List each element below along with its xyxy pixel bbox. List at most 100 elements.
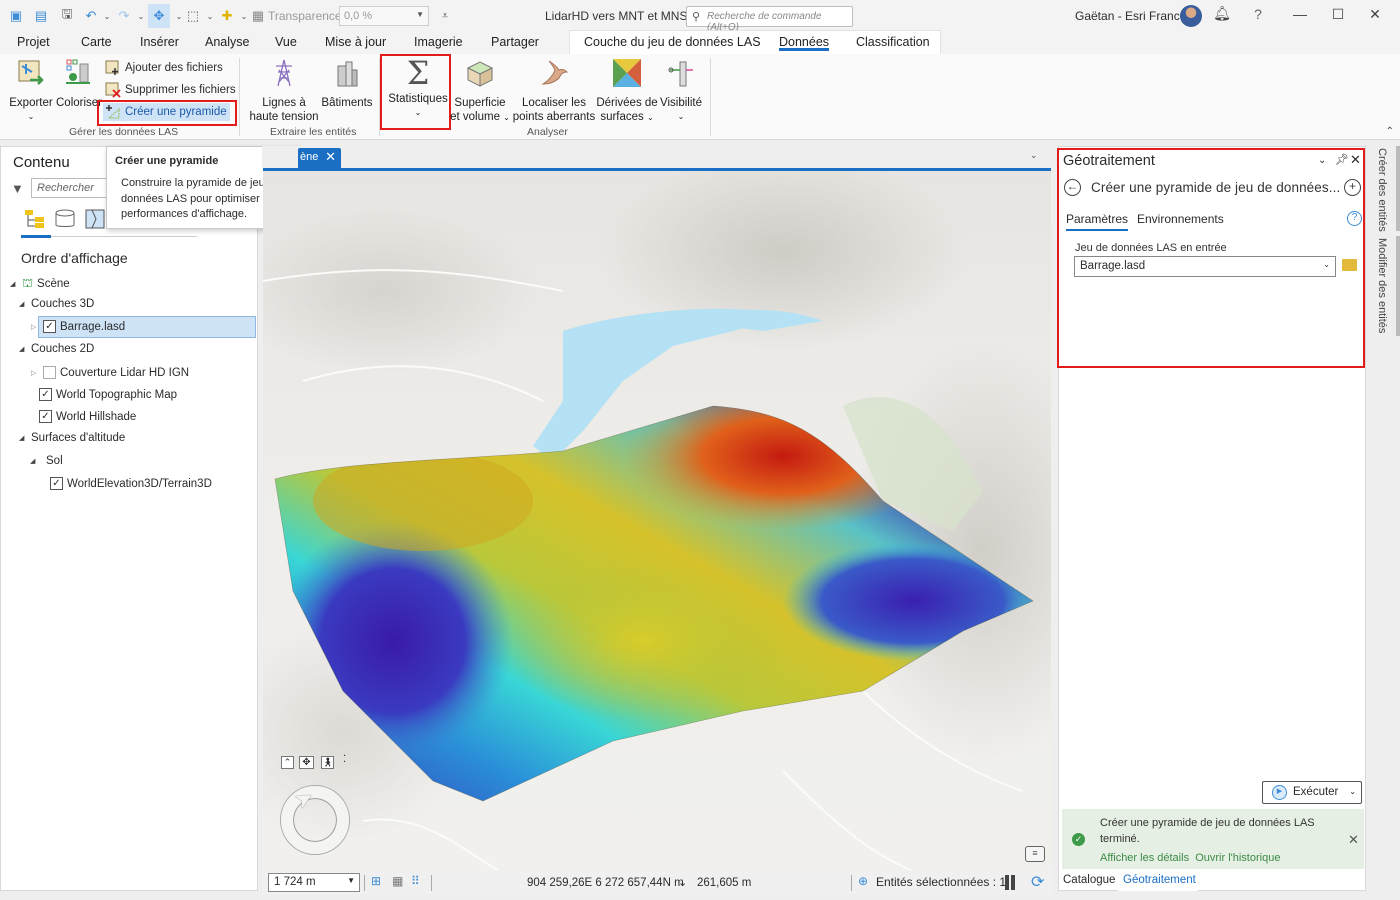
tilt-up-button[interactable]: ⌃	[281, 756, 294, 769]
expand-triangle-icon[interactable]: ◢	[19, 345, 27, 353]
refresh-icon[interactable]: ⟳	[1031, 872, 1044, 892]
lidar-cover-checkbox[interactable]	[43, 366, 56, 379]
group-separator	[710, 58, 711, 136]
topo-checkbox[interactable]: ✓	[39, 388, 52, 401]
tab-create-features[interactable]: Créer des entités	[1376, 148, 1388, 232]
dismiss-message-icon[interactable]: ✕	[1348, 832, 1359, 848]
tab-scene[interactable]: ène ✕	[298, 148, 341, 168]
export-button[interactable]: Exporter ⌄	[8, 58, 54, 124]
tree-item-hillshade[interactable]: ✓ World Hillshade	[39, 410, 136, 423]
redo-icon[interactable]: ↷	[115, 7, 133, 25]
tab-inserer[interactable]: Insérer	[140, 35, 179, 49]
explore-tool-icon[interactable]: ✥	[148, 4, 170, 28]
terrain-checkbox[interactable]: ✓	[50, 477, 63, 490]
tab-projet[interactable]: Projet	[17, 35, 50, 49]
chevron-down-icon[interactable]: ⌄	[1349, 787, 1356, 796]
selection-view-icon[interactable]	[84, 209, 106, 229]
tab-carte[interactable]: Carte	[81, 35, 112, 49]
tab-partager[interactable]: Partager	[491, 35, 539, 49]
tree-item-topo[interactable]: ✓ World Topographic Map	[39, 388, 177, 401]
collapsed-triangle-icon[interactable]: ▷	[31, 369, 39, 377]
command-search-input[interactable]: ⚲ Recherche de commande (Alt+Q)	[686, 6, 853, 33]
barrage-checkbox[interactable]: ✓	[43, 320, 56, 333]
selected-features-icon[interactable]: ⊕	[858, 874, 868, 888]
area-volume-button[interactable]: Superficie et volume ⌄	[450, 58, 510, 125]
tab-couche-las[interactable]: Couche du jeu de données LAS	[584, 35, 761, 49]
expand-triangle-icon[interactable]: ◢	[10, 280, 18, 288]
tree-item-elevation-surfaces[interactable]: ◢ Surfaces d'altitude	[19, 432, 125, 444]
new-project-icon[interactable]: ▣	[7, 7, 25, 25]
chevron-down-icon: ⌄	[503, 113, 510, 122]
outliers-button[interactable]: Localiser les points aberrants	[512, 58, 596, 124]
surface-derivatives-button[interactable]: Dérivées de surfaces ⌄	[596, 58, 658, 125]
divider	[851, 875, 852, 891]
run-button[interactable]: ▶ Exécuter ⌄	[1262, 781, 1362, 804]
tree-item-terrain[interactable]: ✓ WorldElevation3D/Terrain3D	[50, 477, 212, 490]
user-name[interactable]: Gaëtan - Esri France	[1075, 9, 1186, 23]
buildings-button[interactable]: Bâtiments	[320, 58, 374, 110]
close-icon[interactable]: ✕	[325, 149, 336, 165]
add-grid-icon[interactable]: ⊞	[371, 874, 381, 888]
tab-classification[interactable]: Classification	[856, 35, 930, 49]
tree-item-scene[interactable]: ◢ ⛫ Scène	[10, 276, 70, 292]
colorize-button[interactable]: Coloriser	[56, 58, 102, 110]
scale-input[interactable]: 1 724 m ▼	[268, 873, 360, 892]
tab-geoprocessing[interactable]: Géotraitement	[1123, 874, 1196, 886]
undo-dropdown-icon[interactable]: ⌄	[98, 7, 116, 25]
open-project-icon[interactable]: ▤	[32, 7, 50, 25]
transparency-input[interactable]: 0,0 % ▼	[339, 6, 429, 26]
expand-triangle-icon[interactable]: ◢	[19, 434, 27, 442]
view-details-link[interactable]: Afficher les détails	[1100, 852, 1189, 864]
hillshade-checkbox[interactable]: ✓	[39, 410, 52, 423]
add-files-button[interactable]: Ajouter des fichiers	[105, 60, 223, 76]
select-tool-icon[interactable]: ⬚	[184, 7, 202, 25]
tab-analyse[interactable]: Analyse	[205, 35, 249, 49]
close-window-icon[interactable]: ✕	[1365, 6, 1385, 26]
help-icon[interactable]: ?	[1248, 6, 1268, 26]
open-history-link[interactable]: Ouvrir l'historique	[1195, 852, 1280, 864]
collapsed-triangle-icon[interactable]: ▷	[31, 323, 39, 331]
coordinate-format-dropdown[interactable]: ⌄	[678, 876, 687, 889]
filter-icon[interactable]: ▼	[11, 181, 24, 196]
tab-catalog[interactable]: Catalogue	[1063, 874, 1115, 886]
tree-item-ground[interactable]: ◢ Sol	[30, 455, 63, 467]
tab-list-dropdown-icon[interactable]: ⌄	[1030, 150, 1038, 161]
run-label: Exécuter	[1293, 786, 1339, 798]
maximize-icon[interactable]: ☐	[1328, 6, 1348, 26]
tab-vue[interactable]: Vue	[275, 35, 297, 49]
basemap-gallery-icon[interactable]: ≡	[1025, 846, 1045, 862]
add-data-icon[interactable]: ✚	[218, 7, 236, 25]
visibility-button[interactable]: Visibilité ⌄	[656, 58, 706, 124]
power-lines-button[interactable]: Lignes à haute tension	[246, 58, 322, 124]
collapse-ribbon-icon[interactable]: ⌃	[1386, 126, 1394, 137]
avatar[interactable]	[1180, 5, 1202, 27]
tree-item-layers-2d[interactable]: ◢ Couches 2D	[19, 343, 94, 355]
scene-view[interactable]	[263, 168, 1051, 870]
data-source-icon[interactable]	[54, 209, 76, 229]
tree-item-barrage[interactable]: ▷ ✓ Barrage.lasd	[31, 320, 125, 333]
contents-search-input[interactable]: Rechercher	[31, 178, 111, 198]
customize-toolbar-icon[interactable]: ⩡	[436, 7, 454, 25]
expand-triangle-icon[interactable]: ◢	[30, 457, 38, 465]
tab-mise-a-jour[interactable]: Mise à jour	[325, 35, 386, 49]
tree-item-layers-3d[interactable]: ◢ Couches 3D	[19, 298, 94, 310]
drawing-order-icon[interactable]	[24, 209, 46, 229]
expand-triangle-icon[interactable]: ◢	[19, 300, 27, 308]
select-dropdown-icon[interactable]: ⌄	[201, 7, 219, 25]
grid-icon[interactable]: ▦	[392, 874, 403, 888]
selected-features-count[interactable]: Entités sélectionnées : 1	[876, 875, 1006, 889]
tree-item-lidar-cover[interactable]: ▷ Couverture Lidar HD IGN	[31, 366, 189, 379]
tab-imagerie[interactable]: Imagerie	[414, 35, 463, 49]
bell-icon[interactable]: 🔔︎	[1212, 5, 1232, 25]
pan-button[interactable]: ✥	[299, 756, 314, 769]
tab-donnees[interactable]: Données	[779, 35, 830, 51]
save-project-icon[interactable]: 🖫	[58, 6, 76, 25]
minimize-icon[interactable]: —	[1290, 6, 1310, 26]
walk-mode-button[interactable]: 🚶︎	[321, 756, 334, 769]
snapping-icon[interactable]: ⠿	[411, 874, 420, 888]
tab-modify-features[interactable]: Modifier des entités	[1376, 238, 1388, 333]
remove-files-button[interactable]: Supprimer les fichiers	[105, 82, 236, 98]
group-label-analyze: Analyser	[527, 126, 568, 138]
pause-drawing-icon[interactable]	[1005, 875, 1015, 890]
more-options-icon[interactable]: ⁚	[343, 754, 346, 765]
